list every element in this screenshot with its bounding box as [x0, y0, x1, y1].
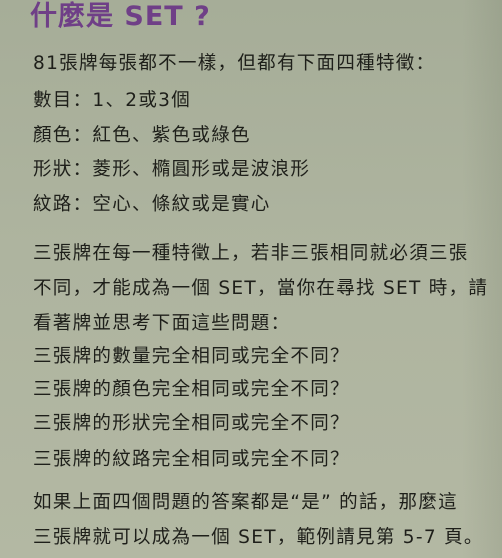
- paragraph-line: 三張牌在每一種特徵上，若非三張相同就必須三張: [33, 243, 469, 264]
- feature-number: 數目：1、2或3個: [33, 90, 192, 111]
- feature-shape: 形狀：菱形、橢圓形或是波浪形: [33, 159, 311, 180]
- feature-color: 顏色：紅色、紫色或綠色: [33, 125, 251, 146]
- page-title: 什麼是 SET ?: [30, 1, 211, 32]
- feature-shading: 紋路：空心、條紋或是實心: [33, 194, 271, 215]
- question-shading: 三張牌的紋路完全相同或完全不同？: [33, 449, 350, 470]
- intro-text: 81張牌每張都不一樣，但都有下面四種特徵：: [33, 53, 436, 74]
- paragraph-line: 看著牌並思考下面這些問題：: [33, 313, 291, 334]
- conclusion-line: 三張牌就可以成為一個 SET，範例請見第 5-7 頁。: [33, 527, 484, 548]
- paragraph-line: 不同，才能成為一個 SET，當你在尋找 SET 時，請: [33, 278, 489, 299]
- question-number: 三張牌的數量完全相同或完全不同？: [33, 346, 350, 367]
- question-color: 三張牌的顏色完全相同或完全不同？: [33, 379, 350, 400]
- rules-page: 什麼是 SET ? 81張牌每張都不一樣，但都有下面四種特徵： 數目：1、2或3…: [0, 0, 502, 558]
- conclusion-line: 如果上面四個問題的答案都是“是” 的話，那麼這: [33, 492, 458, 513]
- question-shape: 三張牌的形狀完全相同或完全不同？: [33, 413, 350, 434]
